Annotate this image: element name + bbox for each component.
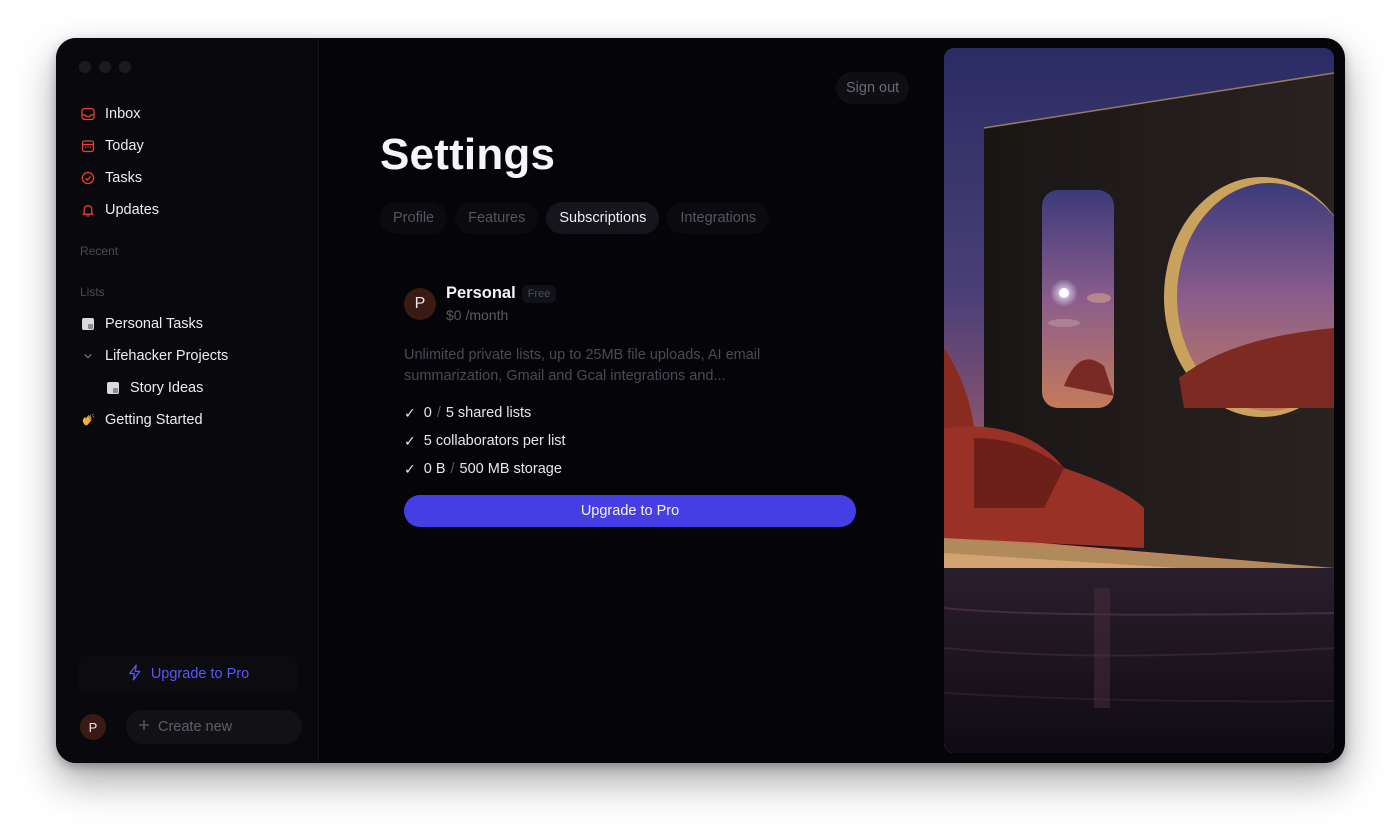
sidebar-item-label: Story Ideas: [130, 380, 204, 396]
plan-info: Personal Free $0 /month: [446, 284, 557, 323]
chevron-down-icon[interactable]: [80, 348, 96, 364]
page-title: Settings: [380, 130, 556, 179]
sidebar-item-label: Tasks: [105, 170, 143, 186]
avatar[interactable]: P: [80, 714, 106, 740]
slash-separator: /: [436, 405, 441, 421]
feature-collaborators: ✓ 5 collaborators per list: [404, 427, 856, 455]
sidebar-upgrade-button[interactable]: Upgrade to Pro: [78, 655, 298, 693]
tab-subscriptions[interactable]: Subscriptions: [546, 202, 660, 234]
sidebar: Inbox Today Tasks Updates Recent Lists P…: [56, 38, 319, 763]
close-window-button[interactable]: [79, 61, 91, 73]
sidebar-item-label: Inbox: [105, 106, 141, 122]
slash-separator: /: [450, 461, 455, 477]
calendar-icon: [80, 138, 96, 154]
sidebar-item-updates[interactable]: Updates: [80, 194, 300, 226]
shared-total: 5 shared lists: [445, 405, 532, 421]
window-controls: [79, 61, 131, 73]
artwork-image: [944, 48, 1334, 753]
inbox-icon: [80, 106, 96, 122]
plan-card: P Personal Free $0 /month Unlimited priv…: [404, 284, 856, 527]
sidebar-item-inbox[interactable]: Inbox: [80, 98, 300, 130]
sidebar-nav: Inbox Today Tasks Updates: [80, 98, 300, 226]
feature-shared-lists: ✓ 0 / 5 shared lists: [404, 399, 856, 427]
note-icon: [105, 380, 121, 396]
sign-out-button[interactable]: Sign out: [836, 72, 910, 104]
plan-price: $0 /month: [446, 307, 509, 323]
plan-name: Personal: [446, 284, 516, 302]
tab-features[interactable]: Features: [455, 202, 539, 234]
storage-total: 500 MB storage: [459, 461, 562, 477]
plan-name-row: Personal Free: [446, 284, 557, 303]
plan-badge: Free: [521, 284, 557, 303]
check-icon: ✓: [404, 432, 416, 449]
sidebar-item-getting-started[interactable]: Getting Started: [80, 404, 300, 436]
check-circle-icon: [80, 170, 96, 186]
create-new-label: Create new: [158, 719, 233, 735]
sidebar-item-tasks[interactable]: Tasks: [80, 162, 300, 194]
create-new-button[interactable]: Create new: [126, 710, 302, 744]
upgrade-to-pro-button[interactable]: Upgrade to Pro: [404, 495, 856, 527]
plan-header: P Personal Free $0 /month: [404, 284, 856, 323]
sidebar-item-label: Lifehacker Projects: [105, 348, 229, 364]
sidebar-item-personal-tasks[interactable]: Personal Tasks: [80, 308, 300, 340]
settings-tabs: Profile Features Subscriptions Integrati…: [380, 202, 770, 234]
sidebar-item-label: Personal Tasks: [105, 316, 204, 332]
sidebar-item-today[interactable]: Today: [80, 130, 300, 162]
feature-storage: ✓ 0 B / 500 MB storage: [404, 455, 856, 483]
check-icon: ✓: [404, 404, 416, 421]
app-window: Inbox Today Tasks Updates Recent Lists P…: [56, 38, 1345, 763]
check-icon: ✓: [404, 460, 416, 477]
collaborators-text: 5 collaborators per list: [423, 433, 566, 449]
sidebar-item-story-ideas[interactable]: Story Ideas: [80, 372, 300, 404]
sidebar-item-label: Today: [105, 138, 144, 154]
lists-section-label: Lists: [80, 285, 105, 299]
maximize-window-button[interactable]: [119, 61, 131, 73]
plan-avatar: P: [404, 288, 436, 320]
minimize-window-button[interactable]: [99, 61, 111, 73]
sidebar-item-label: Updates: [105, 202, 160, 218]
storage-used: 0 B: [423, 461, 446, 477]
lightning-icon: [127, 664, 143, 685]
recent-section-label: Recent: [80, 244, 119, 258]
sidebar-footer: P Create new: [80, 710, 302, 744]
plan-description: Unlimited private lists, up to 25MB file…: [404, 347, 761, 384]
sidebar-item-lifehacker-projects[interactable]: Lifehacker Projects: [80, 340, 300, 372]
note-icon: [80, 316, 96, 332]
sidebar-lists: Personal Tasks Lifehacker Projects Story…: [80, 308, 300, 436]
upgrade-label: Upgrade to Pro: [150, 666, 250, 682]
bell-icon: [80, 202, 96, 218]
tab-integrations[interactable]: Integrations: [667, 202, 770, 234]
plan-features: ✓ 0 / 5 shared lists ✓ 5 collaborators p…: [404, 399, 856, 483]
sidebar-item-label: Getting Started: [105, 412, 203, 428]
settings-panel: Sign out Settings Profile Features Subsc…: [328, 48, 936, 753]
shared-used: 0: [423, 405, 432, 421]
waving-hand-icon: [80, 412, 96, 428]
plus-icon: [138, 719, 150, 735]
tab-profile[interactable]: Profile: [380, 202, 448, 234]
decorative-artwork: [944, 48, 1334, 753]
